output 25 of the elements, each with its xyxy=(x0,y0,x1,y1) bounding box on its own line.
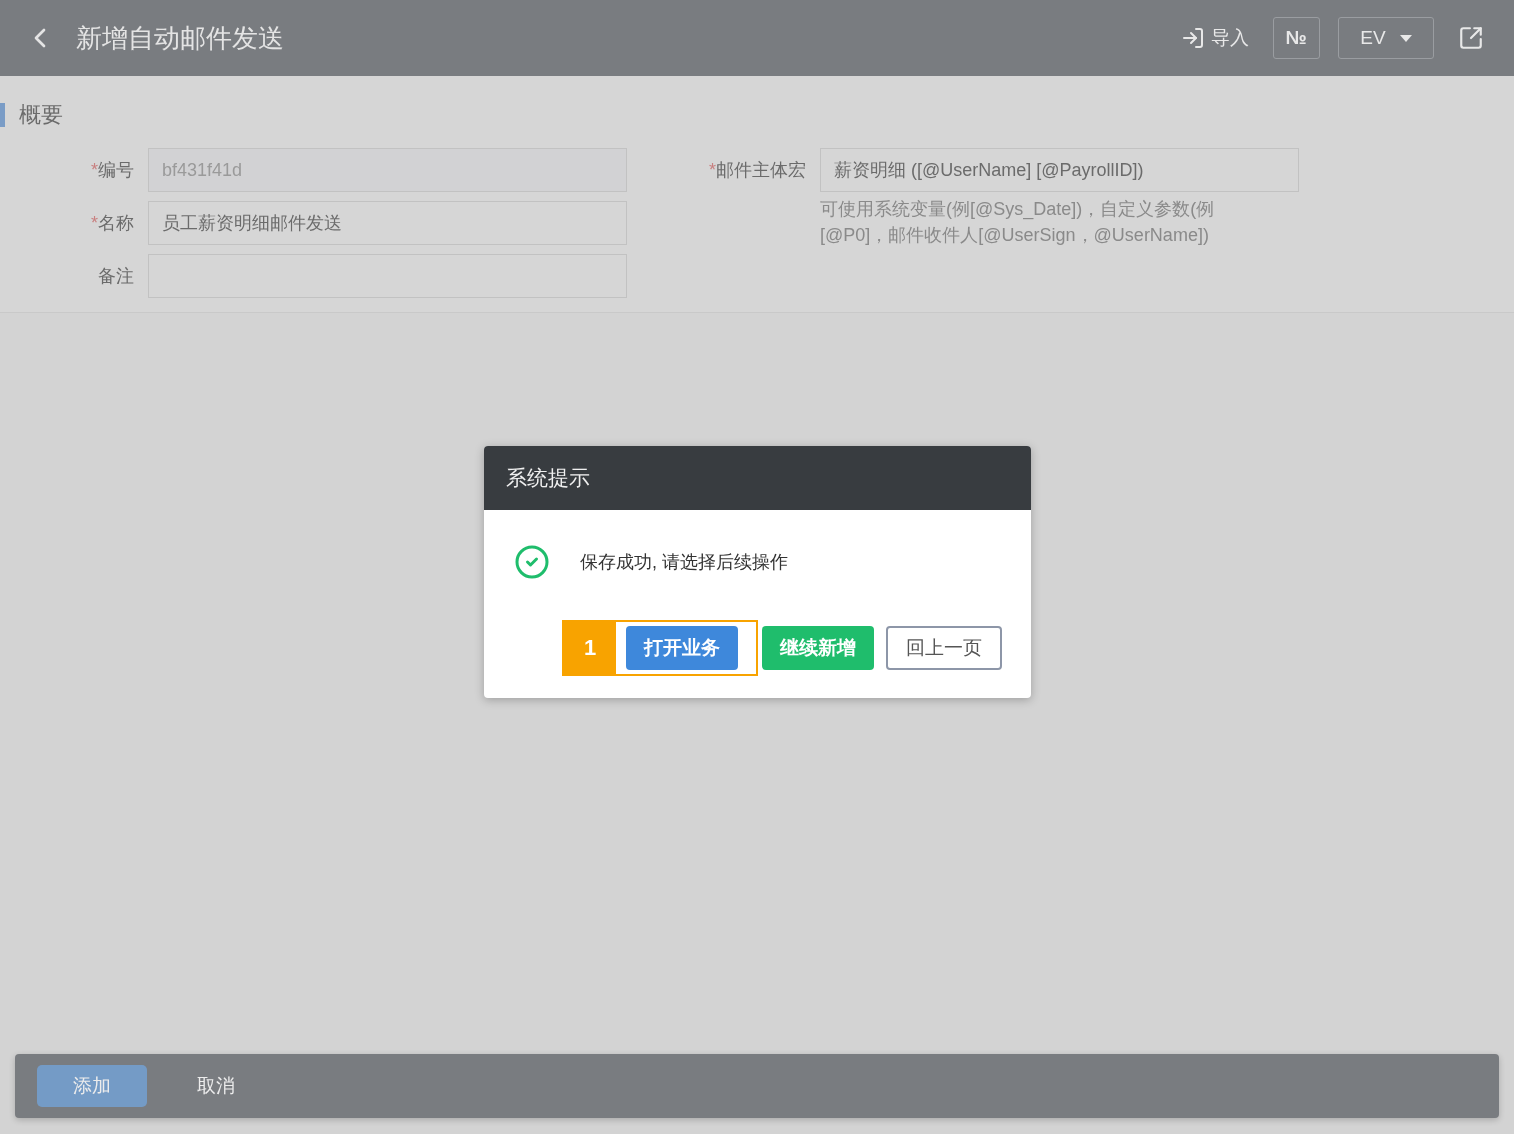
field-label: *邮件主体宏 xyxy=(708,159,807,182)
field-label: *编号 xyxy=(90,159,135,182)
dialog-message: 保存成功, 请选择后续操作 xyxy=(580,551,788,574)
continue-button[interactable]: 继续新增 xyxy=(762,626,874,670)
number-button[interactable]: № xyxy=(1272,17,1320,59)
share-icon xyxy=(1458,25,1484,51)
cancel-button[interactable]: 取消 xyxy=(161,1065,271,1107)
caret-icon xyxy=(1399,34,1412,42)
field-label: 备注 xyxy=(97,265,135,288)
dialog-title: 系统提示 xyxy=(506,465,590,491)
page-title: 新增自动邮件发送 xyxy=(76,21,285,55)
import-icon xyxy=(1180,26,1205,50)
add-button[interactable]: 添加 xyxy=(37,1065,147,1107)
field-hint: 可使用系统变量(例[@Sys_Date])，自定义参数(例[@P0]，邮件收件人[@UserSign，@UserName]) xyxy=(820,198,1216,247)
section-title: 概要 xyxy=(19,101,63,129)
language-dropdown[interactable]: EV xyxy=(1338,17,1434,59)
text-field[interactable]: 员工薪资明细邮件发送 xyxy=(148,201,627,245)
back-button[interactable]: 回上一页 xyxy=(886,626,1002,670)
open-button[interactable]: 打开业务 xyxy=(626,626,738,670)
success-icon xyxy=(514,544,550,580)
section-marker xyxy=(0,103,5,127)
import-button[interactable]: 导入 xyxy=(1174,17,1255,59)
field-label: *名称 xyxy=(90,212,135,235)
step-marker: 1 xyxy=(564,622,616,674)
text-field[interactable]: 薪资明细 ([@UserName] [@PayrollID]) xyxy=(820,148,1299,192)
